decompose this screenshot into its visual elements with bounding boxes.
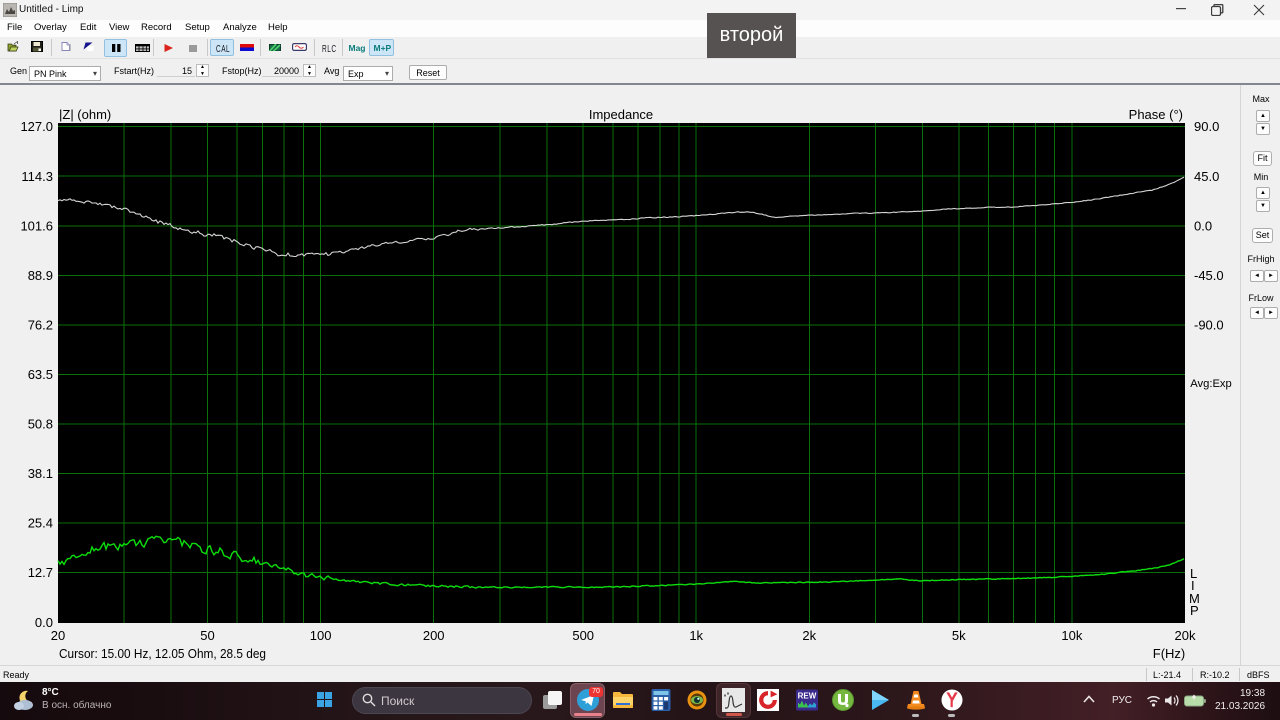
svg-text:5k: 5k <box>952 628 966 643</box>
svg-text:1k: 1k <box>689 628 703 643</box>
svg-text:10k: 10k <box>1061 628 1082 643</box>
svg-text:50: 50 <box>200 628 214 643</box>
svg-text:38.1: 38.1 <box>28 466 53 481</box>
svg-text:0.0: 0.0 <box>1194 218 1212 233</box>
svg-text:-45.0: -45.0 <box>1194 268 1224 283</box>
svg-text:20: 20 <box>51 628 65 643</box>
svg-text:Impedance: Impedance <box>589 107 653 122</box>
svg-text:88.9: 88.9 <box>28 268 53 283</box>
svg-text:Phase (°): Phase (°) <box>1129 107 1183 122</box>
svg-text:200: 200 <box>423 628 445 643</box>
svg-text:12.7: 12.7 <box>28 565 53 580</box>
svg-text:45.0: 45.0 <box>1194 169 1219 184</box>
svg-text:F(Hz): F(Hz) <box>1153 646 1186 661</box>
svg-text:-90.0: -90.0 <box>1194 317 1224 332</box>
svg-text:Avg:Exp: Avg:Exp <box>1190 378 1231 390</box>
svg-text:25.4: 25.4 <box>28 516 53 531</box>
svg-text:63.5: 63.5 <box>28 367 53 382</box>
svg-text:REW: REW <box>798 692 817 701</box>
svg-text:90.0: 90.0 <box>1194 119 1219 134</box>
svg-text:2k: 2k <box>802 628 816 643</box>
svg-text:101.6: 101.6 <box>20 218 53 233</box>
svg-text:20k: 20k <box>1175 628 1196 643</box>
svg-text:P: P <box>1190 603 1199 618</box>
svg-text:127.0: 127.0 <box>20 119 53 134</box>
svg-text:114.3: 114.3 <box>21 169 53 184</box>
svg-text:76.2: 76.2 <box>28 317 53 332</box>
svg-text:|Z| (ohm): |Z| (ohm) <box>59 107 111 122</box>
svg-text:500: 500 <box>572 628 594 643</box>
svg-text:50.8: 50.8 <box>28 417 53 432</box>
svg-text:100: 100 <box>310 628 332 643</box>
svg-text:Cursor: 15.00 Hz, 12.05 Ohm, 2: Cursor: 15.00 Hz, 12.05 Ohm, 28.5 deg <box>59 646 266 661</box>
